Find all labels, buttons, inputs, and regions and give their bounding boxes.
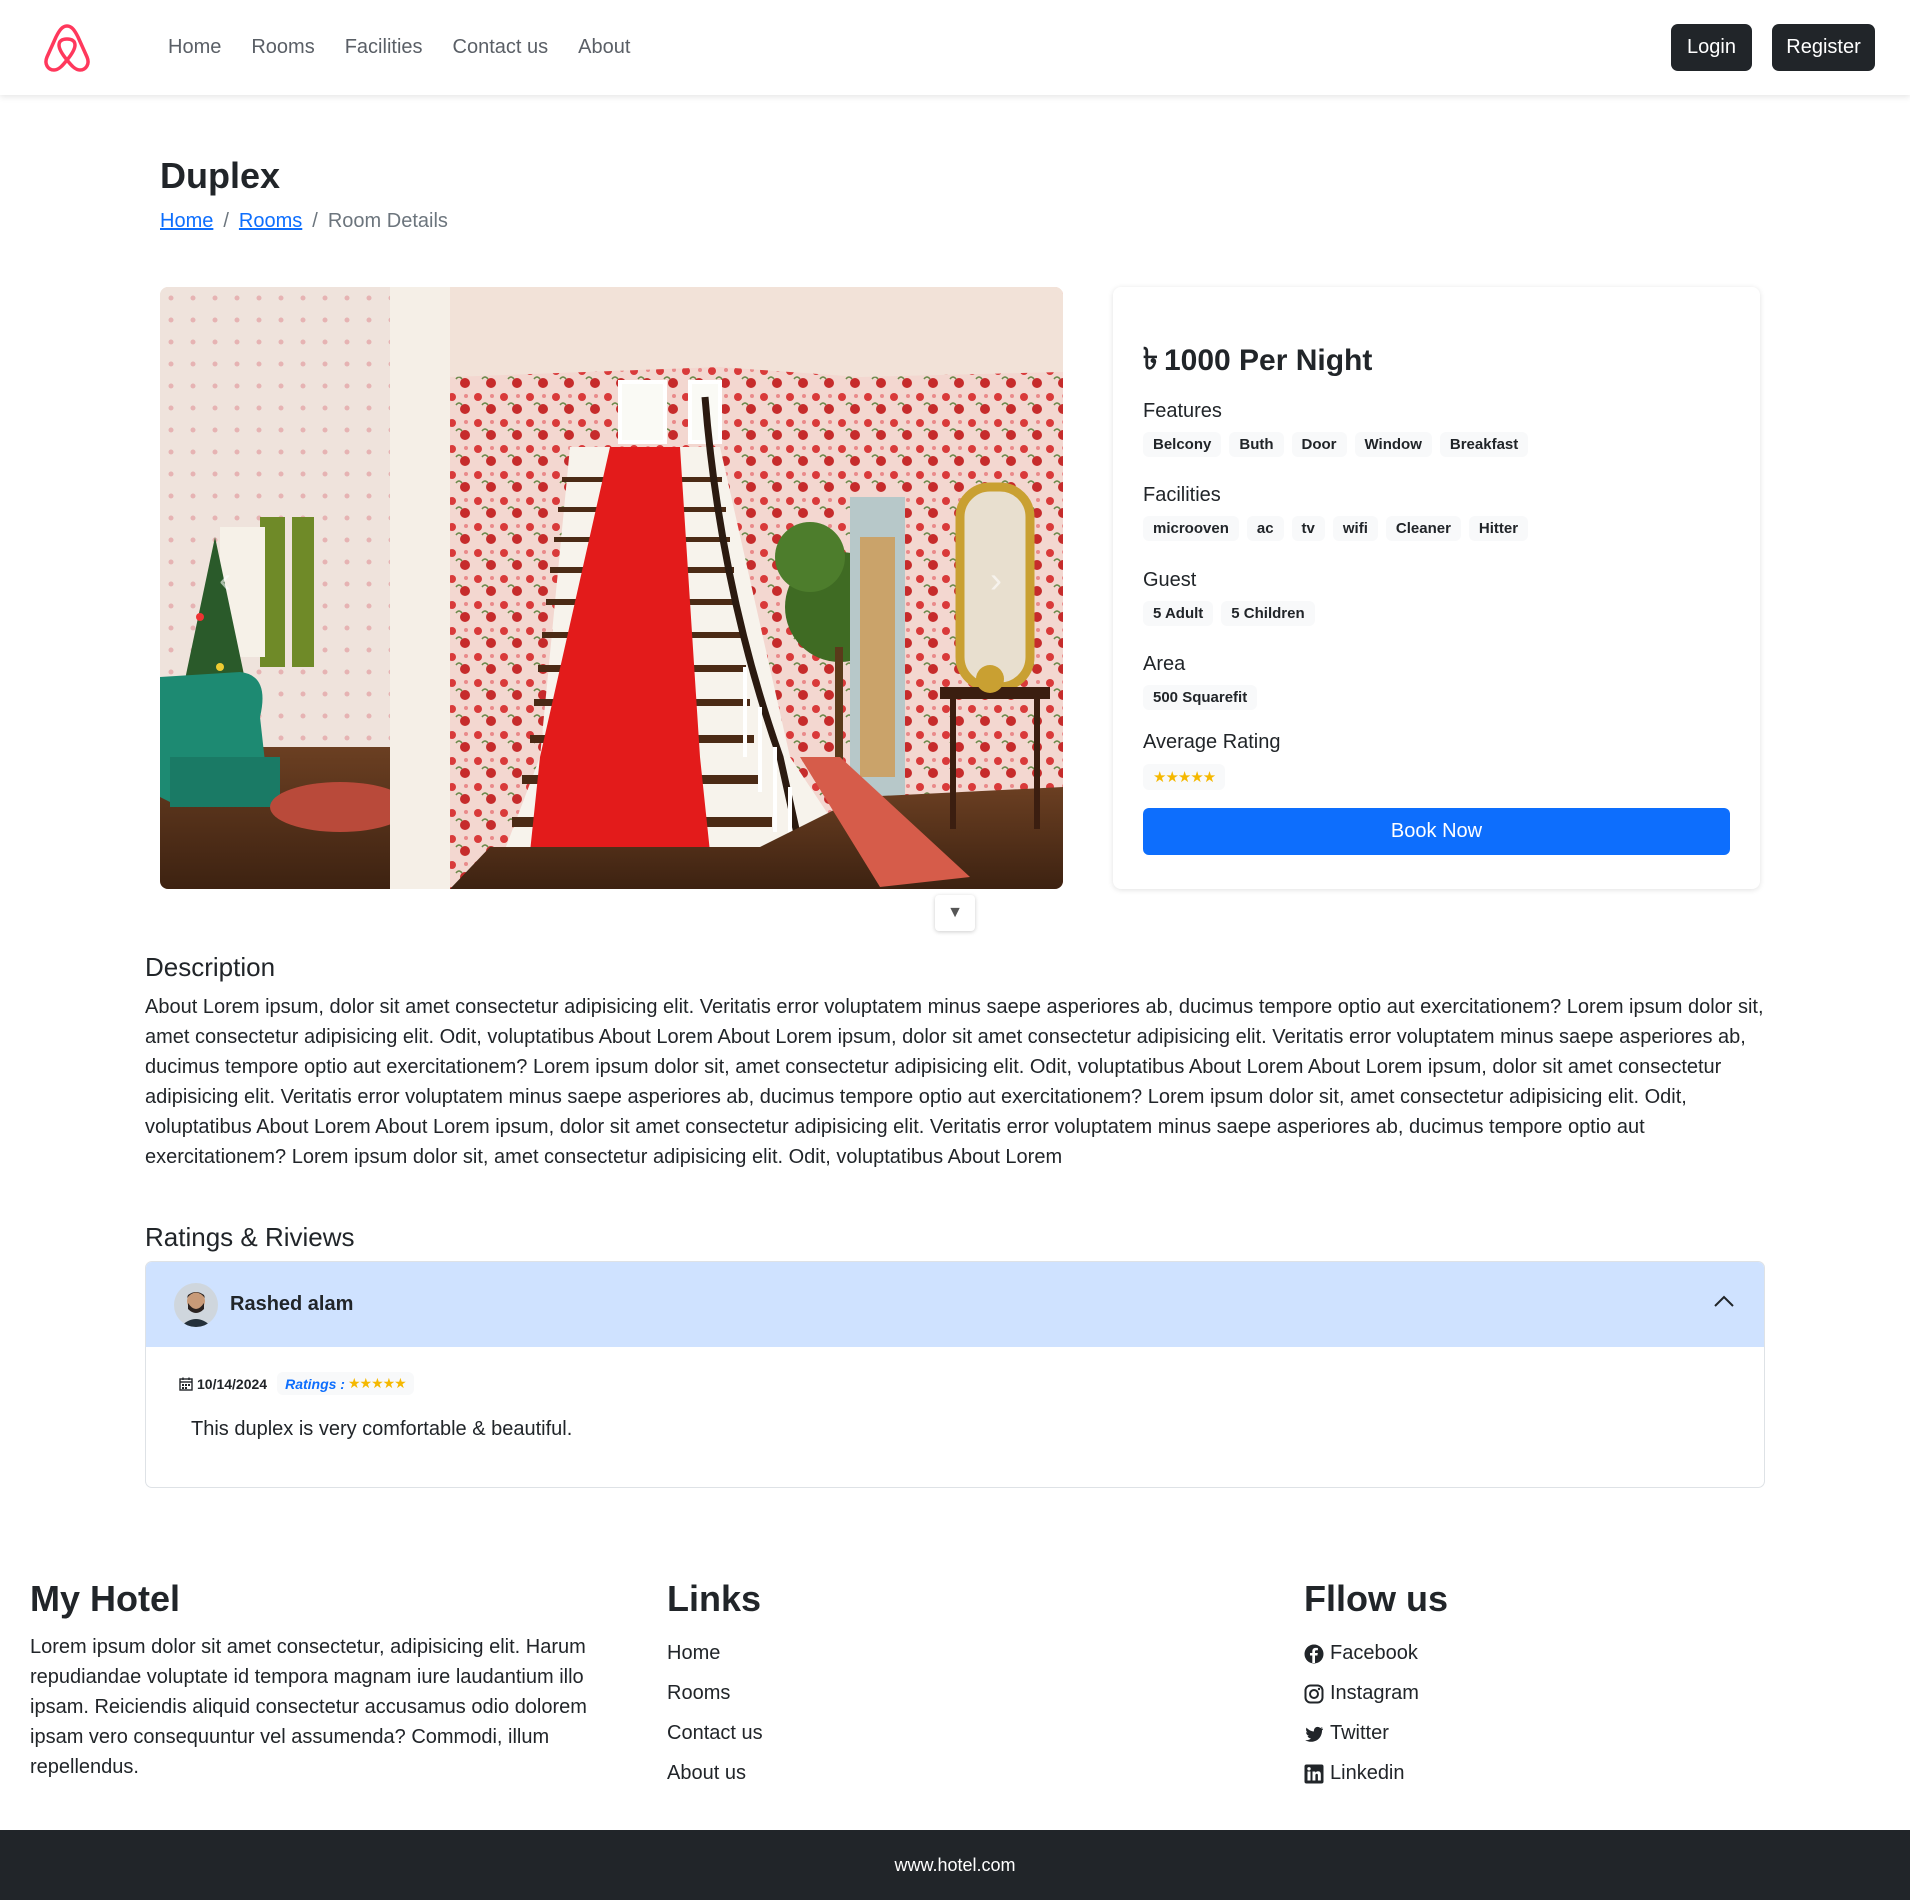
breadcrumb-separator: /	[223, 210, 229, 232]
feature-badge: Belcony	[1143, 432, 1222, 457]
linkedin-icon	[1304, 1764, 1324, 1783]
room-price: ৳ 1000 Per Night	[1143, 335, 1372, 386]
social-twitter[interactable]: Twitter	[1304, 1720, 1419, 1747]
review-date: 10/14/2024	[179, 1376, 267, 1392]
description-text: About Lorem ipsum, dolor sit amet consec…	[145, 996, 1764, 1168]
average-rating: ★★★★★	[1143, 764, 1226, 790]
guest-list: 5 Adult 5 Children	[1143, 601, 1315, 626]
calendar-icon	[179, 1377, 193, 1391]
footer-brand-heading: My Hotel	[30, 1578, 181, 1619]
social-twitter-label: Twitter	[1330, 1722, 1389, 1744]
review-rating-label: Ratings :	[285, 1375, 345, 1392]
social-facebook-label: Facebook	[1330, 1642, 1418, 1664]
copyright-text: www.hotel.com	[894, 1854, 1016, 1875]
instagram-icon	[1304, 1684, 1324, 1703]
area-heading: Area	[1143, 653, 1186, 675]
currency-symbol: ৳	[1143, 343, 1158, 376]
footer-link-contact[interactable]: Contact us	[667, 1720, 763, 1747]
reviewer-name: Rashed alam	[230, 1293, 354, 1315]
footer-social-links: Facebook Instagram Twitter Linkedin	[1304, 1640, 1419, 1787]
copyright-bar: www.hotel.com	[0, 1830, 1910, 1900]
facility-badge: Hitter	[1468, 516, 1529, 541]
description-heading: Description	[145, 952, 276, 982]
social-linkedin[interactable]: Linkedin	[1304, 1760, 1419, 1787]
rating-heading: Average Rating	[1143, 731, 1281, 753]
footer-link-rooms[interactable]: Rooms	[667, 1680, 763, 1707]
guest-heading: Guest	[1143, 569, 1197, 591]
guest-badge: 5 Children	[1221, 601, 1315, 626]
star-icon: ★★★★★	[347, 1375, 407, 1391]
register-button[interactable]: Register	[1772, 24, 1875, 71]
twitter-icon	[1305, 1726, 1324, 1742]
room-info-card: ৳ 1000 Per Night Features Belcony Buth D…	[1113, 287, 1760, 889]
footer-links: Home Rooms Contact us About us	[667, 1640, 763, 1787]
facility-badge: Cleaner	[1385, 516, 1461, 541]
nav-facilities[interactable]: Facilities	[345, 36, 423, 59]
feature-badge: Buth	[1229, 432, 1284, 457]
feature-badge: Window	[1354, 432, 1432, 457]
breadcrumb-rooms[interactable]: Rooms	[239, 210, 302, 233]
review-accordion: Rashed alam 10/14/2024 Ratings : ★★★★★ T…	[145, 1261, 1765, 1488]
social-facebook[interactable]: Facebook	[1304, 1640, 1419, 1667]
breadcrumb-current: Room Details	[327, 210, 448, 232]
facility-badge: ac	[1246, 516, 1284, 541]
nav-rooms[interactable]: Rooms	[251, 36, 314, 59]
facilities-list: microoven ac tv wifi Cleaner Hitter	[1143, 516, 1529, 541]
review-text: This duplex is very comfortable & beauti…	[191, 1418, 573, 1440]
guest-badge: 5 Adult	[1143, 601, 1214, 626]
chevron-up-icon[interactable]	[1712, 1290, 1736, 1314]
nav-home[interactable]: Home	[168, 36, 221, 59]
price-text: 1000 Per Night	[1163, 343, 1373, 377]
airbnb-logo-icon[interactable]	[42, 22, 92, 74]
footer-about-text: Lorem ipsum dolor sit amet consectetur, …	[30, 1636, 587, 1778]
facility-badge: microoven	[1143, 516, 1239, 541]
feature-badge: Breakfast	[1439, 432, 1529, 457]
social-instagram-label: Instagram	[1330, 1682, 1419, 1704]
login-button[interactable]: Login	[1671, 24, 1752, 71]
footer-links-heading: Links	[667, 1578, 762, 1619]
nav-about[interactable]: About	[578, 36, 630, 59]
breadcrumb-separator: /	[312, 210, 318, 232]
social-linkedin-label: Linkedin	[1330, 1762, 1405, 1784]
footer-link-about[interactable]: About us	[667, 1760, 763, 1787]
page-title: Duplex	[160, 155, 281, 196]
facebook-icon	[1304, 1644, 1324, 1663]
facility-badge: wifi	[1332, 516, 1378, 541]
footer-link-home[interactable]: Home	[667, 1640, 763, 1667]
arrow-down-icon[interactable]: ▼	[935, 895, 975, 931]
star-icon: ★★★★★	[1143, 764, 1226, 790]
review-meta: 10/14/2024 Ratings : ★★★★★	[179, 1372, 414, 1395]
facilities-heading: Facilities	[1143, 484, 1221, 506]
features-heading: Features	[1143, 400, 1222, 422]
avatar	[174, 1282, 218, 1327]
breadcrumb-home[interactable]: Home	[160, 210, 213, 233]
area-badge: 500 Squarefit	[1143, 685, 1258, 710]
footer-follow-heading: Fllow us	[1304, 1578, 1448, 1619]
navbar: Home Rooms Facilities Contact us About L…	[0, 0, 1910, 95]
facility-badge: tv	[1291, 516, 1325, 541]
review-date-text: 10/14/2024	[197, 1375, 268, 1392]
review-rating: Ratings : ★★★★★	[277, 1372, 414, 1395]
review-header[interactable]: Rashed alam	[146, 1262, 1764, 1347]
chevron-left-icon[interactable]: ‹	[205, 559, 245, 600]
area-list: 500 Squarefit	[1143, 685, 1258, 710]
book-now-button[interactable]: Book Now	[1143, 808, 1730, 855]
nav-links: Home Rooms Facilities Contact us About	[168, 0, 630, 95]
breadcrumb: Home / Rooms / Room Details	[160, 210, 448, 233]
room-image-carousel[interactable]	[160, 287, 1063, 889]
room-photo	[160, 287, 1063, 889]
reviews-heading: Ratings & Riviews	[145, 1222, 355, 1252]
social-instagram[interactable]: Instagram	[1304, 1680, 1419, 1707]
feature-badge: Door	[1291, 432, 1347, 457]
nav-contact[interactable]: Contact us	[453, 36, 549, 59]
features-list: Belcony Buth Door Window Breakfast	[1143, 432, 1529, 457]
chevron-right-icon[interactable]: ›	[976, 559, 1016, 600]
